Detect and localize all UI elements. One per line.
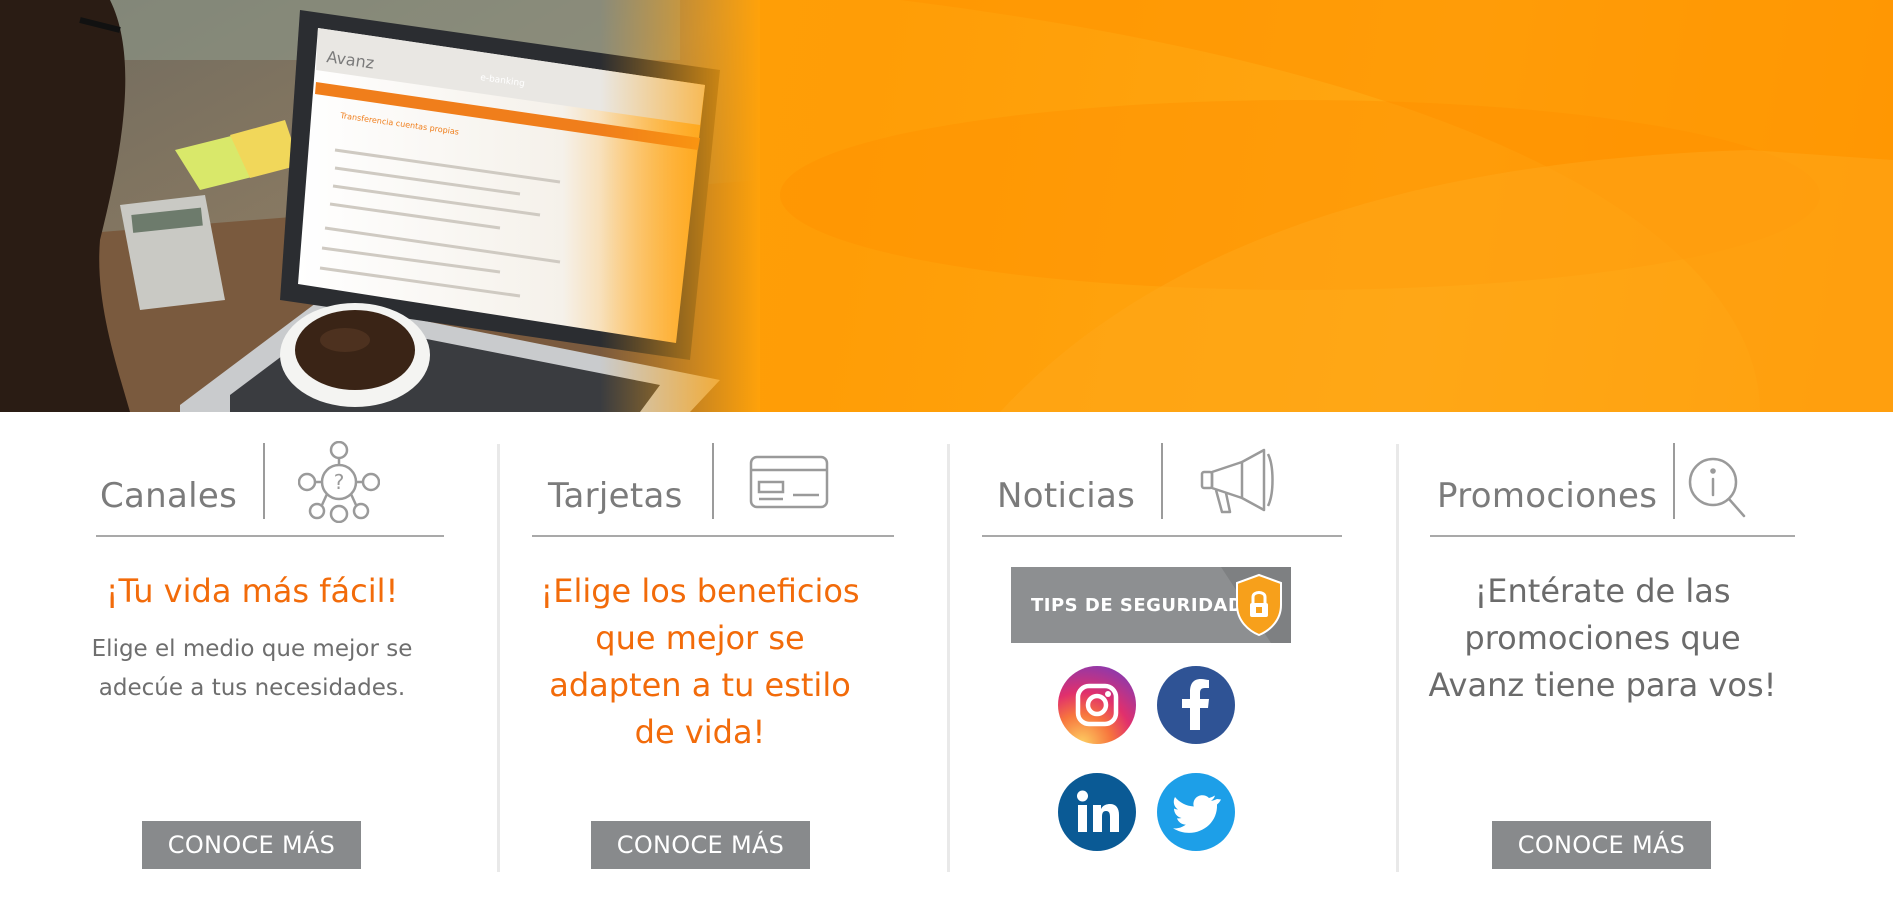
title-separator (712, 443, 714, 519)
column-divider (947, 444, 950, 872)
header-underline (1430, 535, 1795, 537)
canales-conoce-mas-button[interactable]: CONOCE MÁS (142, 821, 361, 869)
shield-lock-icon (1221, 567, 1291, 643)
network-question-icon: ? (298, 441, 380, 523)
canales-headline: ¡Tu vida más fácil! (105, 572, 399, 610)
facebook-icon[interactable] (1157, 666, 1235, 744)
column-divider (497, 444, 500, 872)
security-tips-banner[interactable]: TIPS DE SEGURIDAD (1011, 567, 1291, 643)
header-underline (532, 535, 894, 537)
tarjetas-conoce-mas-button[interactable]: CONOCE MÁS (591, 821, 810, 869)
info-search-icon (1688, 457, 1746, 518)
hero-illustration: Avanz e-banking Transferencia cuentas pr… (0, 0, 1893, 412)
credit-card-icon (749, 455, 829, 509)
column-divider (1396, 444, 1399, 872)
title-separator (1161, 443, 1163, 519)
svg-text:?: ? (334, 470, 345, 494)
promociones-title: Promociones (1437, 476, 1658, 516)
megaphone-icon (1200, 448, 1274, 514)
twitter-icon[interactable] (1157, 773, 1235, 851)
canales-description: Elige el medio que mejor se adecúe a tus… (91, 636, 413, 701)
instagram-icon[interactable] (1058, 666, 1136, 744)
promociones-conoce-mas-button[interactable]: CONOCE MÁS (1492, 821, 1711, 869)
noticias-title: Noticias (997, 476, 1136, 516)
promociones-headline: ¡Entérate de las promociones que Avanz t… (1428, 572, 1777, 704)
header-underline (96, 535, 444, 537)
header-underline (982, 535, 1342, 537)
title-separator (263, 443, 265, 519)
linkedin-icon[interactable] (1058, 773, 1136, 851)
hero-banner: Avanz e-banking Transferencia cuentas pr… (0, 0, 1893, 412)
title-separator (1673, 443, 1675, 519)
canales-title: Canales (100, 476, 238, 516)
tarjetas-title: Tarjetas (548, 476, 683, 516)
tarjetas-headline: ¡Elige los beneficios que mejor se adapt… (540, 572, 860, 751)
